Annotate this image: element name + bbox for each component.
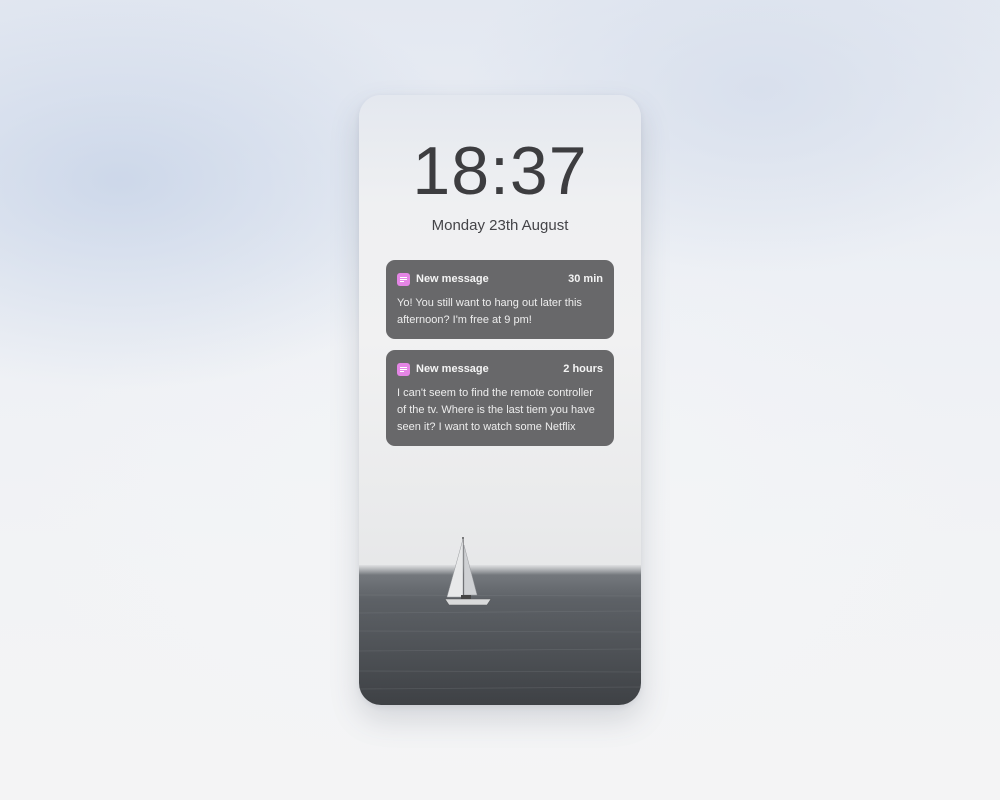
notification-header: New message 30 min <box>397 271 603 287</box>
notification-card[interactable]: New message 2 hours I can't seem to find… <box>386 350 614 446</box>
notification-time: 30 min <box>568 273 603 285</box>
lockscreen-clock: 18:37 <box>412 133 588 209</box>
phone-lockscreen: 18:37 Monday 23th August New message 30 … <box>359 95 641 705</box>
message-icon <box>397 272 410 286</box>
sailboat-icon <box>444 537 492 606</box>
lockscreen-date: Monday 23th August <box>431 217 569 234</box>
notification-body: Yo! You still want to hang out later thi… <box>397 297 582 326</box>
message-icon <box>397 362 410 376</box>
notification-header: New message 2 hours <box>397 361 603 377</box>
notification-body: I can't seem to find the remote controll… <box>397 387 595 433</box>
notification-card[interactable]: New message 30 min Yo! You still want to… <box>386 260 614 339</box>
notification-title: New message <box>416 363 489 375</box>
notification-title: New message <box>416 273 489 285</box>
notification-time: 2 hours <box>563 363 603 375</box>
sea-with-sailboat-image <box>359 565 641 705</box>
